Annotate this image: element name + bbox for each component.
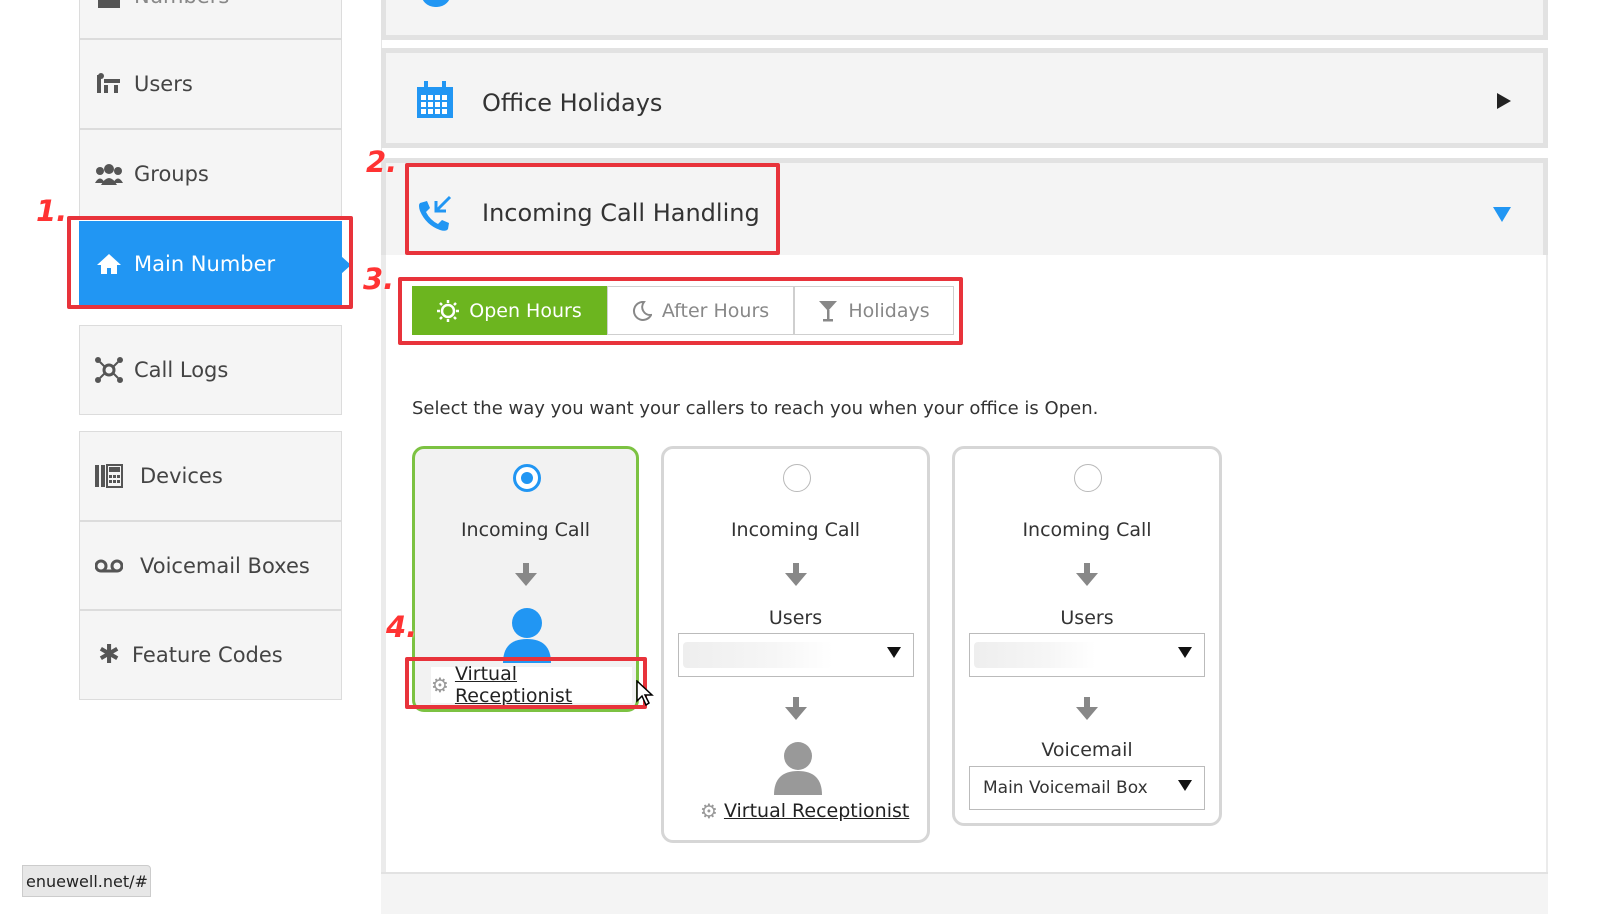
chevron-down-icon xyxy=(1178,647,1192,658)
panel-title: Office Holidays xyxy=(482,89,663,117)
down-arrow-icon xyxy=(664,697,927,721)
option-radio[interactable] xyxy=(513,464,541,492)
link-label: Virtual Receptionist xyxy=(723,800,910,822)
option-radio[interactable] xyxy=(1074,464,1102,492)
sidebar-item-label: Devices xyxy=(140,464,223,488)
voicemail-select[interactable]: Main Voicemail Box xyxy=(969,766,1205,810)
option-card-users[interactable]: Incoming Call Users ⚙ Virtual Receptioni… xyxy=(661,446,930,843)
blurred-value xyxy=(683,642,833,668)
step-label: Users xyxy=(1060,607,1114,629)
sidebar-item-devices[interactable]: Devices xyxy=(79,431,342,521)
select-value: Main Voicemail Box xyxy=(983,778,1148,798)
user-avatar-icon xyxy=(772,741,824,799)
step-label: Voicemail xyxy=(1041,739,1133,761)
sidebar-item-label: Voicemail Boxes xyxy=(140,553,310,578)
mouse-cursor-icon xyxy=(636,679,654,710)
option-title: Incoming Call xyxy=(1022,519,1152,541)
asterisk-icon: ✱ xyxy=(98,640,120,670)
down-arrow-icon xyxy=(955,697,1219,721)
sidebar-item-call-logs[interactable]: Call Logs xyxy=(79,325,342,415)
users-icon xyxy=(94,73,124,95)
annotation-number-3: 3. xyxy=(363,262,395,296)
sidebar-item-label: Users xyxy=(134,72,193,96)
calendar-icon xyxy=(416,81,454,123)
status-url: enuewell.net/# xyxy=(22,865,151,897)
panel-top-partial[interactable] xyxy=(381,0,1548,40)
blurred-value xyxy=(974,642,1096,668)
sidebar-item-label: Feature Codes xyxy=(132,643,283,667)
partial-circle-icon xyxy=(421,0,451,7)
sidebar-item-label: Call Logs xyxy=(134,358,229,382)
down-arrow-icon xyxy=(664,563,927,587)
sidebar-item-label: Numbers xyxy=(134,0,229,8)
devices-icon xyxy=(94,464,124,488)
instruction-text: Select the way you want your callers to … xyxy=(412,398,1099,419)
annotation-number-1: 1. xyxy=(36,194,68,228)
status-url-text: enuewell.net/# xyxy=(26,872,148,891)
sidebar-item-groups[interactable]: Groups xyxy=(79,129,342,219)
step-label: Users xyxy=(768,607,823,629)
sidebar-item-numbers[interactable]: Numbers xyxy=(79,0,342,39)
chevron-down-icon xyxy=(887,647,901,658)
virtual-receptionist-link[interactable]: ⚙ Virtual Receptionist xyxy=(700,799,909,823)
annotation-box-1 xyxy=(67,216,353,309)
annotation-box-4 xyxy=(405,657,647,709)
call-logs-icon xyxy=(94,357,124,383)
annotation-box-3 xyxy=(398,277,963,345)
option-radio[interactable] xyxy=(783,464,811,492)
annotation-number-2: 2. xyxy=(366,145,398,179)
annotation-box-2 xyxy=(405,163,780,255)
sidebar-item-users[interactable]: Users xyxy=(79,39,342,129)
sidebar-item-label: Groups xyxy=(134,162,209,186)
option-title: Incoming Call xyxy=(460,519,591,541)
numbers-icon xyxy=(94,0,124,8)
expand-arrow-icon[interactable] xyxy=(1497,93,1511,109)
sidebar-item-feature-codes[interactable]: ✱ Feature Codes xyxy=(79,610,342,700)
voicemail-icon xyxy=(94,559,124,573)
annotation-number-4: 4. xyxy=(386,610,418,644)
groups-icon xyxy=(94,163,124,185)
panel-bottom-edge xyxy=(381,872,1548,914)
panel-office-holidays[interactable]: Office Holidays xyxy=(381,48,1548,148)
users-select[interactable] xyxy=(969,633,1205,677)
sidebar-item-voicemail-boxes[interactable]: Voicemail Boxes xyxy=(79,521,342,610)
option-title: Incoming Call xyxy=(730,519,861,541)
down-arrow-icon xyxy=(955,563,1219,587)
collapse-arrow-icon[interactable] xyxy=(1493,207,1511,222)
down-arrow-icon xyxy=(415,563,636,587)
gear-icon: ⚙ xyxy=(700,799,718,823)
users-select[interactable] xyxy=(678,633,914,677)
chevron-down-icon xyxy=(1178,780,1192,791)
option-card-voicemail[interactable]: Incoming Call Users Voicemail Main Voice… xyxy=(952,446,1222,826)
